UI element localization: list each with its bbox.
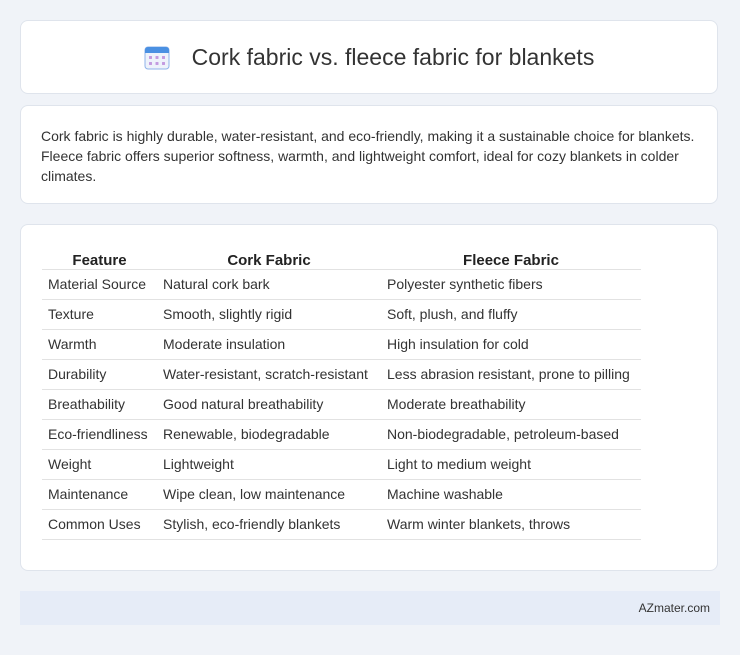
cork-cell: Stylish, eco-friendly blankets — [157, 509, 381, 540]
cork-cell: Wipe clean, low maintenance — [157, 479, 381, 510]
fleece-cell: High insulation for cold — [381, 329, 641, 360]
cork-cell: Good natural breathability — [157, 389, 381, 420]
cork-cell: Smooth, slightly rigid — [157, 299, 381, 330]
cork-cell: Moderate insulation — [157, 329, 381, 360]
cork-cell: Water-resistant, scratch-resistant — [157, 359, 381, 390]
footer-bar: AZmater.com — [20, 591, 720, 625]
title-wrap: Cork fabric vs. fleece fabric for blanke… — [144, 43, 595, 71]
table-row: Common Uses Stylish, eco-friendly blanke… — [42, 509, 641, 540]
column-header-cork-fabric: Cork Fabric — [227, 251, 311, 269]
fleece-cell: Soft, plush, and fluffy — [381, 299, 641, 330]
cork-cell: Natural cork bark — [157, 268, 381, 300]
feature-cell: Breathability — [42, 389, 157, 420]
fleece-cell: Light to medium weight — [381, 449, 641, 480]
table-row: Breathability Good natural breathability… — [42, 389, 641, 420]
table-row: Durability Water-resistant, scratch-resi… — [42, 359, 641, 390]
summary-card: Cork fabric is highly durable, water-res… — [20, 105, 718, 204]
table-row: Maintenance Wipe clean, low maintenance … — [42, 479, 641, 510]
table-header-row: Feature Cork Fabric Fleece Fabric — [42, 246, 641, 269]
feature-cell: Warmth — [42, 329, 157, 360]
page-title: Cork fabric vs. fleece fabric for blanke… — [191, 43, 595, 70]
summary-text: Cork fabric is highly durable, water-res… — [41, 128, 695, 184]
fleece-cell: Warm winter blankets, throws — [381, 509, 641, 540]
header-card: Cork fabric vs. fleece fabric for blanke… — [20, 20, 718, 94]
feature-cell: Texture — [42, 299, 157, 330]
cork-cell: Renewable, biodegradable — [157, 419, 381, 450]
fleece-cell: Non-biodegradable, petroleum-based — [381, 419, 641, 450]
feature-cell: Material Source — [42, 268, 157, 300]
fleece-cell: Polyester synthetic fibers — [381, 268, 641, 300]
calendar-icon — [144, 46, 170, 70]
comparison-table-card: Feature Cork Fabric Fleece Fabric Materi… — [20, 224, 718, 571]
feature-cell: Weight — [42, 449, 157, 480]
column-header-feature: Feature — [72, 251, 127, 269]
table-row: Warmth Moderate insulation High insulati… — [42, 329, 641, 360]
feature-cell: Maintenance — [42, 479, 157, 510]
table-row: Weight Lightweight Light to medium weigh… — [42, 449, 641, 480]
footer-brand: AZmater.com — [638, 601, 710, 615]
feature-cell: Common Uses — [42, 509, 157, 540]
column-header-fleece-fabric: Fleece Fabric — [463, 251, 559, 269]
fleece-cell: Machine washable — [381, 479, 641, 510]
feature-cell: Eco-friendliness — [42, 419, 157, 450]
feature-cell: Durability — [42, 359, 157, 390]
fleece-cell: Less abrasion resistant, prone to pillin… — [381, 359, 641, 390]
cork-cell: Lightweight — [157, 449, 381, 480]
table-row: Material Source Natural cork bark Polyes… — [42, 268, 641, 300]
fleece-cell: Moderate breathability — [381, 389, 641, 420]
table-row: Eco-friendliness Renewable, biodegradabl… — [42, 419, 641, 450]
table-row: Texture Smooth, slightly rigid Soft, plu… — [42, 299, 641, 330]
comparison-table: Feature Cork Fabric Fleece Fabric Materi… — [42, 246, 641, 540]
